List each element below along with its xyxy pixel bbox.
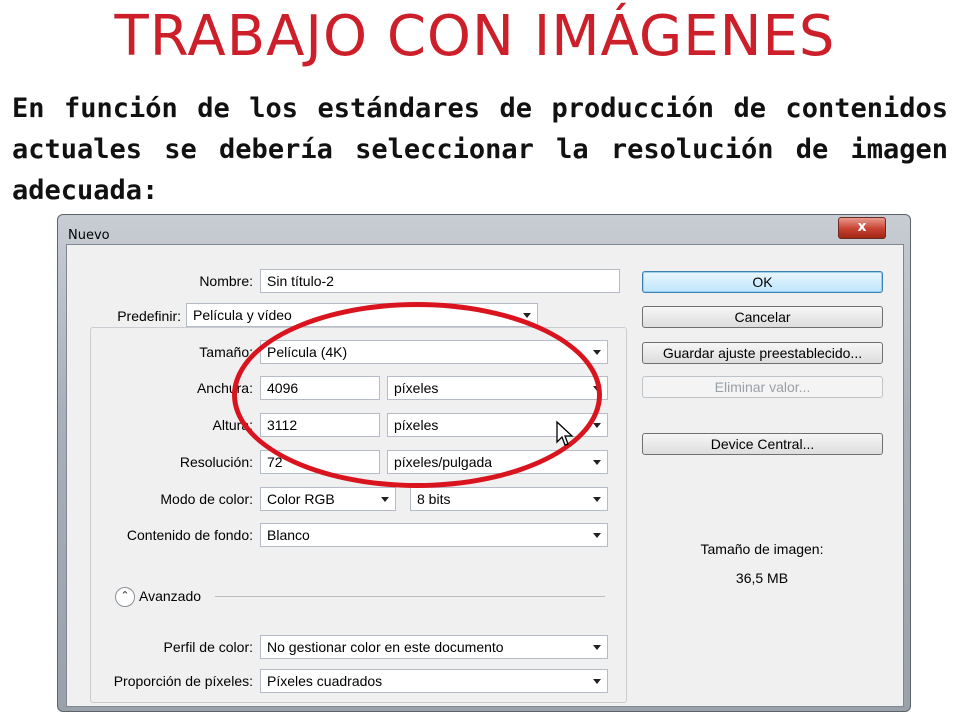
chevron-down-icon	[593, 460, 601, 465]
chevron-down-icon	[593, 350, 601, 355]
proporcion-value: Píxeles cuadrados	[267, 673, 383, 689]
chevron-down-icon	[593, 533, 601, 538]
predefinir-label: Predefinir:	[87, 308, 181, 324]
chevron-down-icon	[381, 497, 389, 502]
avanzado-divider	[215, 596, 605, 597]
avanzado-label: Avanzado	[139, 588, 202, 604]
slide-paragraph: En función de los estándares de producci…	[12, 93, 948, 206]
contenido-fondo-select[interactable]: Blanco	[260, 523, 608, 547]
predefinir-value: Película y vídeo	[193, 307, 292, 323]
nombre-input[interactable]: Sin título-2	[260, 269, 620, 293]
modo-color-select[interactable]: Color RGB	[260, 487, 396, 511]
slide-title: TRABAJO CON IMÁGENES	[114, 4, 836, 69]
nombre-label: Nombre:	[199, 273, 253, 289]
image-size-value: 36,5 MB	[735, 570, 789, 586]
save-preset-button[interactable]: Guardar ajuste preestablecido...	[642, 342, 883, 364]
perfil-color-label: Perfil de color:	[163, 639, 253, 655]
delete-preset-button: Eliminar valor...	[642, 376, 883, 398]
bit-depth-select[interactable]: 8 bits	[410, 487, 608, 511]
contenido-fondo-label: Contenido de fondo:	[126, 527, 253, 543]
image-size-label: Tamaño de imagen:	[700, 541, 824, 557]
chevron-down-icon	[523, 313, 531, 318]
contenido-fondo-value: Blanco	[267, 527, 310, 543]
resolucion-label: Resolución:	[179, 454, 253, 470]
proporcion-label: Proporción de píxeles:	[113, 673, 253, 689]
chevron-down-icon	[593, 645, 601, 650]
modo-color-value: Color RGB	[267, 491, 335, 507]
highlight-ellipse	[232, 302, 602, 488]
collapse-icon[interactable]: ⌃	[115, 587, 135, 607]
chevron-down-icon	[593, 423, 601, 428]
dialog-title: Nuevo	[68, 228, 110, 243]
close-button[interactable]: x	[838, 217, 886, 239]
tamano-label: Tamaño:	[199, 344, 253, 360]
perfil-color-value: No gestionar color en este documento	[267, 639, 504, 655]
proporcion-select[interactable]: Píxeles cuadrados	[260, 669, 608, 693]
chevron-down-icon	[593, 497, 601, 502]
mouse-cursor-icon	[556, 420, 574, 446]
ok-button[interactable]: OK	[642, 271, 883, 293]
modo-color-label: Modo de color:	[160, 491, 253, 507]
altura-label: Altura:	[212, 417, 253, 433]
perfil-color-select[interactable]: No gestionar color en este documento	[260, 635, 608, 659]
bit-depth-value: 8 bits	[417, 491, 451, 507]
chevron-down-icon	[593, 679, 601, 684]
device-central-button[interactable]: Device Central...	[642, 433, 883, 455]
cancel-button[interactable]: Cancelar	[642, 306, 883, 328]
